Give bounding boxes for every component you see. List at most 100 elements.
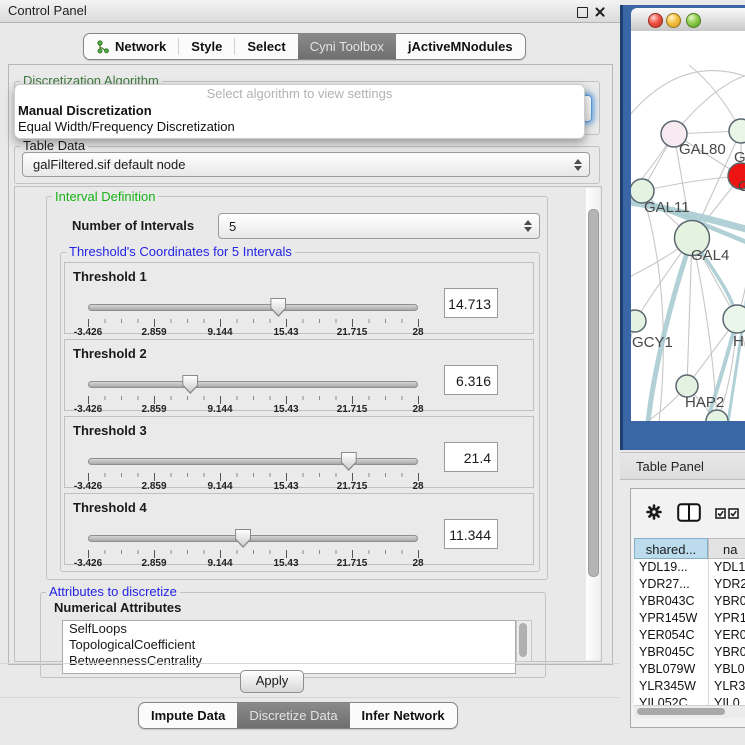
attributes-title: Attributes to discretize xyxy=(46,584,180,599)
threshold-value-field[interactable]: 6.316 xyxy=(444,365,498,395)
vertical-scrollbar[interactable] xyxy=(586,188,600,660)
network-canvas[interactable]: GAL80GAGGAL11GAL4GCY1HHAP2 xyxy=(631,31,745,421)
numerical-attributes-list[interactable]: SelfLoopsTopologicalCoefficientBetweenne… xyxy=(62,620,516,674)
scrollbar-thumb[interactable] xyxy=(637,708,725,715)
thresholds-title: Threshold's Coordinates for 5 Intervals xyxy=(66,244,295,259)
tab-jactivemnodules[interactable]: jActiveMNodules xyxy=(396,34,525,59)
tab-discretize-data[interactable]: Discretize Data xyxy=(237,703,349,728)
network-window-titlebar[interactable] xyxy=(631,8,745,32)
threshold-label: Threshold 3 xyxy=(73,423,147,438)
tab-select[interactable]: Select xyxy=(235,34,297,59)
network-view-window: GAL80GAGGAL11GAL4GCY1HHAP2 xyxy=(620,5,745,450)
table-row[interactable]: YIL052CYIL0 xyxy=(634,695,745,705)
attribute-list-item[interactable]: SelfLoops xyxy=(63,621,515,637)
network-node-ga[interactable] xyxy=(729,119,745,143)
top-tab-bar: Network Style Select Cyni Toolbox jActiv… xyxy=(83,33,526,60)
threshold-slider[interactable]: -3.4262.8599.14415.4321.71528 xyxy=(88,453,418,487)
slider-thumb-icon[interactable] xyxy=(270,298,286,317)
minimize-traffic-light-icon[interactable] xyxy=(666,13,681,28)
slider-thumb-icon[interactable] xyxy=(341,452,357,471)
close-icon[interactable] xyxy=(594,6,606,18)
table-row[interactable]: YPR145WYPR1 xyxy=(634,610,745,627)
zoom-traffic-light-icon[interactable] xyxy=(686,13,701,28)
table-data-combobox[interactable]: galFiltered.sif default node xyxy=(22,152,590,177)
number-of-intervals-value: 5 xyxy=(229,219,236,234)
threshold-row: Threshold 4 -3.4262.8599.14415.4321.7152… xyxy=(64,493,534,565)
table-data-title: Table Data xyxy=(20,138,88,153)
dropdown-prompt: Select algorithm to view settings xyxy=(15,85,584,103)
scrollbar-thumb[interactable] xyxy=(588,209,599,577)
slider-tick-labels: -3.4262.8599.14415.4321.71528 xyxy=(88,327,418,339)
dropdown-option-equal-width[interactable]: Equal Width/Frequency Discretization xyxy=(15,119,584,135)
table-row[interactable]: YBR045CYBR0 xyxy=(634,644,745,661)
checkbox-checked-icon[interactable] xyxy=(715,508,726,519)
slider-track[interactable] xyxy=(88,381,418,388)
column-header-shared[interactable]: shared... xyxy=(634,538,708,559)
slider-ticks xyxy=(88,319,419,327)
close-traffic-light-icon[interactable] xyxy=(648,13,663,28)
table-row[interactable]: YDL19...YDL1 xyxy=(634,559,745,576)
threshold-slider[interactable]: -3.4262.8599.14415.4321.71528 xyxy=(88,376,418,410)
tab-infer-network[interactable]: Infer Network xyxy=(350,703,457,728)
numerical-attributes-label: Numerical Attributes xyxy=(54,600,181,615)
control-panel-titlebar: Control Panel xyxy=(0,0,620,23)
network-node-label: GA xyxy=(734,149,745,166)
table-panel-title: Table Panel xyxy=(636,459,704,474)
network-node-h[interactable] xyxy=(723,305,745,333)
table-panel-titlebar: Table Panel xyxy=(620,452,745,480)
tab-impute-data[interactable]: Impute Data xyxy=(139,703,237,728)
tab-style[interactable]: Style xyxy=(179,34,234,59)
threshold-value-field[interactable]: 14.713 xyxy=(444,288,498,318)
table-row[interactable]: YER054CYER0 xyxy=(634,627,745,644)
separator xyxy=(0,697,620,698)
network-node-gcy1[interactable] xyxy=(631,310,646,332)
tab-cyni-toolbox[interactable]: Cyni Toolbox xyxy=(298,34,396,59)
table-row[interactable]: YLR345WYLR3 xyxy=(634,678,745,695)
interval-definition-title: Interval Definition xyxy=(52,189,158,204)
algorithm-dropdown-popup: Select algorithm to view settings Manual… xyxy=(14,84,585,139)
threshold-slider[interactable]: -3.4262.8599.14415.4321.71528 xyxy=(88,530,418,564)
network-node-label: GAL4 xyxy=(691,247,729,264)
slider-track[interactable] xyxy=(88,458,418,465)
network-node-label: G xyxy=(738,178,745,195)
control-panel-title: Control Panel xyxy=(8,3,87,18)
attribute-list-item[interactable]: BetweennessCentrality xyxy=(63,653,515,669)
number-of-intervals-combobox[interactable]: 5 xyxy=(218,213,540,239)
network-edge[interactable] xyxy=(642,176,741,191)
slider-track[interactable] xyxy=(88,535,418,542)
threshold-label: Threshold 4 xyxy=(73,500,147,515)
slider-track[interactable] xyxy=(88,304,418,311)
columns-icon[interactable] xyxy=(677,503,701,522)
slider-ticks xyxy=(88,473,419,481)
threshold-value-field[interactable]: 21.4 xyxy=(444,442,498,472)
table-toolbar xyxy=(631,489,745,533)
attribute-list-item[interactable]: TopologicalCoefficient xyxy=(63,637,515,653)
slider-thumb-icon[interactable] xyxy=(182,375,198,394)
attributes-list-scrollbar[interactable] xyxy=(516,620,532,662)
number-of-intervals-label: Number of Intervals xyxy=(72,218,194,233)
dropdown-option-manual-discretization[interactable]: Manual Discretization xyxy=(15,103,584,119)
scrollbar-thumb[interactable] xyxy=(519,623,527,657)
gear-icon[interactable] xyxy=(646,504,662,520)
table-row[interactable]: YBR043CYBR0 xyxy=(634,593,745,610)
separator xyxy=(0,663,620,664)
horizontal-scrollbar[interactable] xyxy=(634,705,745,718)
apply-button[interactable]: Apply xyxy=(240,670,304,693)
table-row[interactable]: YBL079WYBL0 xyxy=(634,661,745,678)
screen: Control Panel Network Style Select Cyni … xyxy=(0,0,745,745)
slider-tick-labels: -3.4262.8599.14415.4321.71528 xyxy=(88,404,418,416)
threshold-value-field[interactable]: 11.344 xyxy=(444,519,498,549)
threshold-row: Threshold 2 -3.4262.8599.14415.4321.7152… xyxy=(64,339,534,411)
float-window-icon[interactable] xyxy=(577,7,588,18)
network-node-label: HAP2 xyxy=(685,394,724,411)
slider-tick-labels: -3.4262.8599.14415.4321.71528 xyxy=(88,558,418,570)
table-data-value: galFiltered.sif default node xyxy=(33,157,185,172)
network-icon xyxy=(96,40,110,54)
threshold-slider[interactable]: -3.4262.8599.14415.4321.71528 xyxy=(88,299,418,333)
slider-thumb-icon[interactable] xyxy=(235,529,251,548)
table-row[interactable]: YDR27...YDR2 xyxy=(634,576,745,593)
checkbox-checked-icon[interactable] xyxy=(728,508,739,519)
column-header-name[interactable]: na xyxy=(708,538,745,559)
table-panel: shared... na YDL19...YDL1 YDR27...YDR2 Y… xyxy=(630,488,745,728)
tab-network[interactable]: Network xyxy=(84,34,178,59)
